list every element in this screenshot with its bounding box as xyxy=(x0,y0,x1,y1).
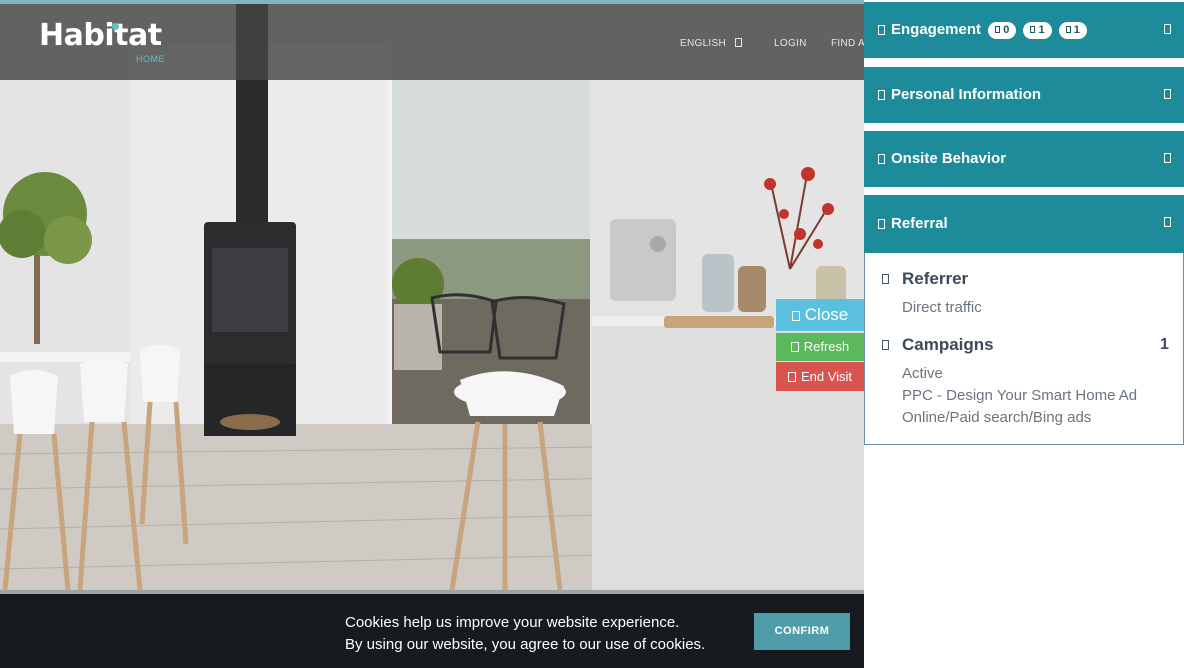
find-link[interactable]: FIND A xyxy=(831,38,864,49)
referral-title: Referral xyxy=(891,215,948,232)
referrer-icon xyxy=(882,274,889,284)
badge-events: 1 xyxy=(1023,22,1052,39)
language-selector[interactable]: ENGLISH xyxy=(680,38,743,49)
cookie-bar-divider xyxy=(0,590,864,594)
hero-image xyxy=(0,4,864,590)
badge-goals-value: 0 xyxy=(1003,24,1010,36)
page-icon xyxy=(1065,26,1071,33)
end-visit-icon xyxy=(787,372,796,382)
onsite-icon xyxy=(878,154,885,164)
badge-pages-value: 1 xyxy=(1073,24,1080,36)
onsite-title: Onsite Behavior xyxy=(891,150,1007,167)
onsite-header: Onsite Behavior xyxy=(878,131,1006,187)
campaign-status: Active xyxy=(902,365,943,382)
badge-pages: 1 xyxy=(1058,22,1087,39)
cookie-confirm-button[interactable]: CONFIRM xyxy=(754,613,850,650)
refresh-icon xyxy=(790,342,799,352)
campaign-channel: Online/Paid search/Bing ads xyxy=(902,409,1092,426)
site-header: Habitat HOME ENGLISH LOGIN FIND A xyxy=(0,4,864,80)
chevron-icon xyxy=(1164,24,1171,34)
end-visit-label: End Visit xyxy=(800,369,853,384)
close-label: Close xyxy=(804,305,849,324)
habitat-logo[interactable]: Habitat xyxy=(39,20,162,52)
section-referral[interactable]: Referral xyxy=(864,195,1184,253)
cookie-message: Cookies help us improve your website exp… xyxy=(345,612,705,656)
campaigns-title: Campaigns xyxy=(902,335,994,354)
kitchen-scene-illustration xyxy=(0,4,864,590)
chevron-icon xyxy=(1164,153,1171,163)
cookie-line-1: Cookies help us improve your website exp… xyxy=(345,614,680,631)
campaigns-count: 1 xyxy=(1160,336,1169,353)
cookie-line-2: By using our website, you agree to our u… xyxy=(345,636,706,653)
logo-dot-icon xyxy=(112,23,119,30)
experience-panel: Engagement 0 1 1 Personal Information On… xyxy=(864,0,1184,668)
end-visit-button[interactable]: End Visit xyxy=(776,362,864,391)
referrer-value: Direct traffic xyxy=(902,299,982,316)
section-personal-information[interactable]: Personal Information xyxy=(864,67,1184,123)
login-link[interactable]: LOGIN xyxy=(774,38,807,49)
personal-header: Personal Information xyxy=(878,67,1041,123)
close-icon xyxy=(791,311,800,321)
referral-content: Referrer Direct traffic Campaigns 1 Acti… xyxy=(864,253,1184,445)
badge-events-value: 1 xyxy=(1038,24,1045,36)
close-button[interactable]: Close xyxy=(776,299,864,331)
chevron-icon xyxy=(1164,89,1171,99)
section-engagement[interactable]: Engagement 0 1 1 xyxy=(864,2,1184,58)
refresh-label: Refresh xyxy=(803,339,850,354)
campaigns-icon xyxy=(882,340,889,350)
section-onsite-behavior[interactable]: Onsite Behavior xyxy=(864,131,1184,187)
personal-icon xyxy=(878,90,885,100)
language-label: ENGLISH xyxy=(680,38,727,49)
logo-subtitle: HOME xyxy=(136,54,165,64)
website-view: Habitat HOME ENGLISH LOGIN FIND A Close … xyxy=(0,0,864,668)
engagement-header: Engagement 0 1 1 xyxy=(878,2,1087,58)
personal-title: Personal Information xyxy=(891,86,1042,103)
event-icon xyxy=(1030,26,1036,33)
badge-goals: 0 xyxy=(988,22,1017,39)
globe-icon xyxy=(735,38,743,47)
chevron-icon xyxy=(1164,217,1171,227)
engagement-title: Engagement xyxy=(891,21,982,38)
referral-icon xyxy=(878,219,885,229)
refresh-button[interactable]: Refresh xyxy=(776,333,864,361)
referral-header: Referral xyxy=(878,195,948,253)
engagement-icon xyxy=(878,25,885,35)
referrer-title: Referrer xyxy=(902,269,969,288)
campaign-name: PPC - Design Your Smart Home Ad xyxy=(902,387,1138,404)
goal-icon xyxy=(995,26,1001,33)
